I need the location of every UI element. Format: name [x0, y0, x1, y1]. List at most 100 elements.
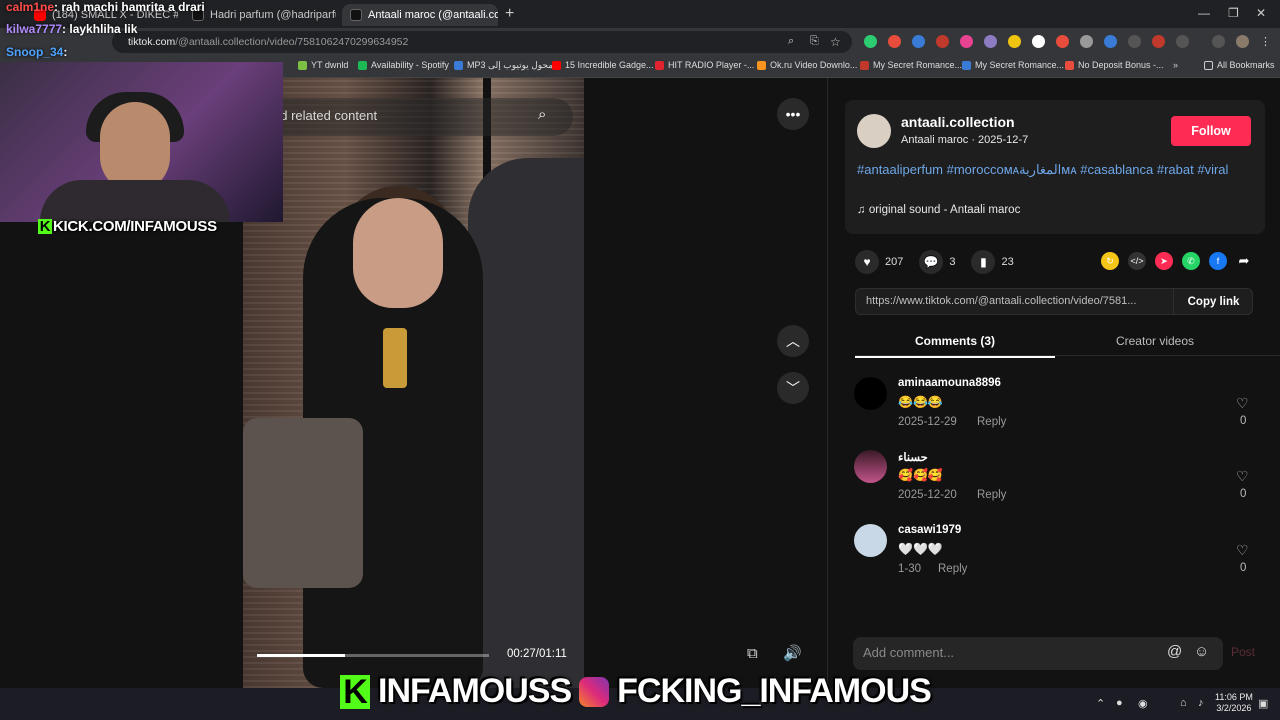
comment-reply-button[interactable]: Reply	[977, 416, 1006, 428]
comment-button[interactable]: 💬 3	[919, 250, 955, 274]
comment-heart-icon[interactable]: ♡	[1236, 542, 1249, 559]
extension-icon[interactable]	[912, 35, 925, 48]
install-icon[interactable]: ⎘	[810, 35, 823, 48]
video-time: 00:27/01:11	[507, 648, 567, 660]
chat-text: :	[63, 45, 68, 59]
emoji-icon[interactable]: ☺	[1194, 643, 1209, 660]
bookmark-item[interactable]: 15 Incredible Gadge...	[552, 60, 654, 70]
discord-icon[interactable]: ◉	[1138, 697, 1148, 710]
tray-app-icon[interactable]: ●	[1116, 697, 1123, 709]
extension-icon[interactable]	[936, 35, 949, 48]
comment-date: 1-30	[898, 563, 922, 575]
video-player[interactable]: nd related content ⌕ 00:27/01:11	[243, 78, 584, 688]
extensions-puzzle-icon[interactable]	[1176, 35, 1189, 48]
add-comment-input[interactable]: Add comment... @ ☺	[853, 637, 1223, 670]
copy-link-button[interactable]: Copy link	[1173, 289, 1253, 314]
post-info-card: antaali.collection Antaali maroc · 2025-…	[845, 100, 1265, 234]
notification-icon[interactable]: ▣	[1258, 697, 1268, 710]
embed-icon[interactable]: </>	[1128, 252, 1146, 270]
comment-date: 2025-12-20	[898, 489, 957, 501]
picture-in-picture-icon[interactable]: ⧉	[747, 645, 758, 662]
creator-username[interactable]: antaali.collection	[901, 114, 1015, 130]
address-bar[interactable]: tiktok.com/@antaali.collection/video/758…	[112, 31, 852, 53]
extension-icon[interactable]	[1104, 35, 1117, 48]
video-progress-bar[interactable]	[257, 654, 489, 657]
comment-reply-button[interactable]: Reply	[977, 489, 1006, 501]
like-count: 207	[885, 256, 904, 268]
all-bookmarks[interactable]: All Bookmarks	[1204, 60, 1275, 70]
next-video-button[interactable]: ﹀	[777, 372, 809, 404]
extension-icon[interactable]	[1152, 35, 1165, 48]
speaker-icon[interactable]: ♪	[1198, 697, 1204, 709]
extension-icon[interactable]	[1008, 35, 1021, 48]
bookmark-label: YT dwnld	[311, 60, 349, 70]
extension-icon[interactable]	[1032, 35, 1045, 48]
mention-icon[interactable]: @	[1167, 643, 1182, 660]
extension-icon[interactable]	[960, 35, 973, 48]
extension-icon[interactable]	[1056, 35, 1069, 48]
more-bookmarks-icon[interactable]: »	[1173, 60, 1178, 70]
comment-reply-button[interactable]: Reply	[938, 563, 967, 575]
network-icon[interactable]: ⌂	[1180, 697, 1187, 709]
tab-creator-videos[interactable]: Creator videos	[1055, 334, 1255, 348]
bookmark-item[interactable]: My Secret Romance...	[962, 60, 1064, 70]
comment-avatar[interactable]	[854, 450, 887, 483]
comment-username[interactable]: حسناء	[898, 450, 928, 464]
comment-username[interactable]: aminaamouna8896	[898, 377, 1001, 389]
url-path: /@antaali.collection/video/7581062470299…	[175, 36, 409, 48]
minimize-icon[interactable]: —	[1198, 6, 1210, 20]
bookmark-item[interactable]: YT dwnld	[298, 60, 348, 70]
restore-icon[interactable]: ❐	[1228, 6, 1239, 20]
comment-username[interactable]: casawi1979	[898, 524, 961, 536]
menu-icon[interactable]: ⋮	[1260, 35, 1273, 48]
close-window-icon[interactable]: ✕	[1256, 6, 1266, 20]
bookmark-item[interactable]: Ok.ru Video Downlo...	[757, 60, 857, 70]
bookmark-item[interactable]: HIT RADIO Player -...	[655, 60, 754, 70]
webcam-face	[100, 102, 170, 192]
music-note-icon: ♫	[857, 204, 869, 216]
bookmark-item[interactable]: My Secret Romance...	[860, 60, 962, 70]
share-link-url[interactable]: https://www.tiktok.com/@antaali.collecti…	[866, 295, 1136, 307]
post-sound[interactable]: ♫ original sound - Antaali maroc	[857, 204, 1020, 216]
more-options-button[interactable]: •••	[777, 98, 809, 130]
extension-icon[interactable]	[888, 35, 901, 48]
send-icon[interactable]: ➤	[1155, 252, 1173, 270]
tab-search-icon[interactable]	[1212, 35, 1225, 48]
chat-message: kilwa7777: laykhliha lik	[6, 22, 137, 36]
tray-chevron-icon[interactable]: ⌃	[1096, 697, 1105, 710]
bookmark-item[interactable]: No Deposit Bonus -...	[1065, 60, 1164, 70]
share-icon[interactable]: ➦	[1235, 252, 1253, 270]
like-button[interactable]: ♥ 207	[855, 250, 903, 274]
bookmark-item[interactable]: Availability - Spotify	[358, 60, 449, 70]
search-icon[interactable]: ⌕	[538, 106, 546, 123]
extension-icon[interactable]	[864, 35, 877, 48]
comment-heart-icon[interactable]: ♡	[1236, 395, 1249, 412]
browser-tab-antaali[interactable]: Antaali maroc (@antaali.co ✕	[342, 4, 498, 26]
chevron-down-icon: ﹀	[786, 380, 800, 396]
tab-comments[interactable]: Comments (3)	[855, 334, 1055, 358]
creator-avatar[interactable]	[857, 114, 891, 148]
repost-icon[interactable]: ↻	[1101, 252, 1119, 270]
extension-icon[interactable]	[984, 35, 997, 48]
new-tab-icon[interactable]: +	[505, 5, 514, 23]
system-clock[interactable]: 11:06 PM 3/2/2026	[1215, 692, 1253, 714]
bookmark-star-icon[interactable]: ☆	[830, 35, 843, 49]
profile-avatar-icon[interactable]	[1236, 35, 1249, 48]
post-description[interactable]: #antaaliperfum #moroccoᴍᴀالمغاربةᴍᴀ #cas…	[857, 161, 1247, 179]
extension-icon[interactable]	[1080, 35, 1093, 48]
save-button[interactable]: ▮ 23	[971, 250, 1014, 274]
extension-icon[interactable]	[1128, 35, 1141, 48]
follow-button[interactable]: Follow	[1171, 116, 1251, 146]
volume-icon[interactable]: 🔊	[783, 644, 802, 662]
post-comment-button[interactable]: Post	[1231, 645, 1255, 659]
zoom-icon[interactable]: ⌕	[788, 35, 801, 48]
comment-avatar[interactable]	[854, 377, 887, 410]
whatsapp-icon[interactable]: ✆	[1182, 252, 1200, 270]
comment-avatar[interactable]	[854, 524, 887, 557]
bookmark-item[interactable]: MP3 محول يوتيوب إلى	[454, 60, 553, 71]
webcam-body	[40, 180, 230, 222]
browser-tab-hadri[interactable]: Hadri parfum (@hadriparfum) | ✕	[184, 4, 336, 26]
previous-video-button[interactable]: ︿	[777, 325, 809, 357]
facebook-icon[interactable]: f	[1209, 252, 1227, 270]
comment-heart-icon[interactable]: ♡	[1236, 468, 1249, 485]
